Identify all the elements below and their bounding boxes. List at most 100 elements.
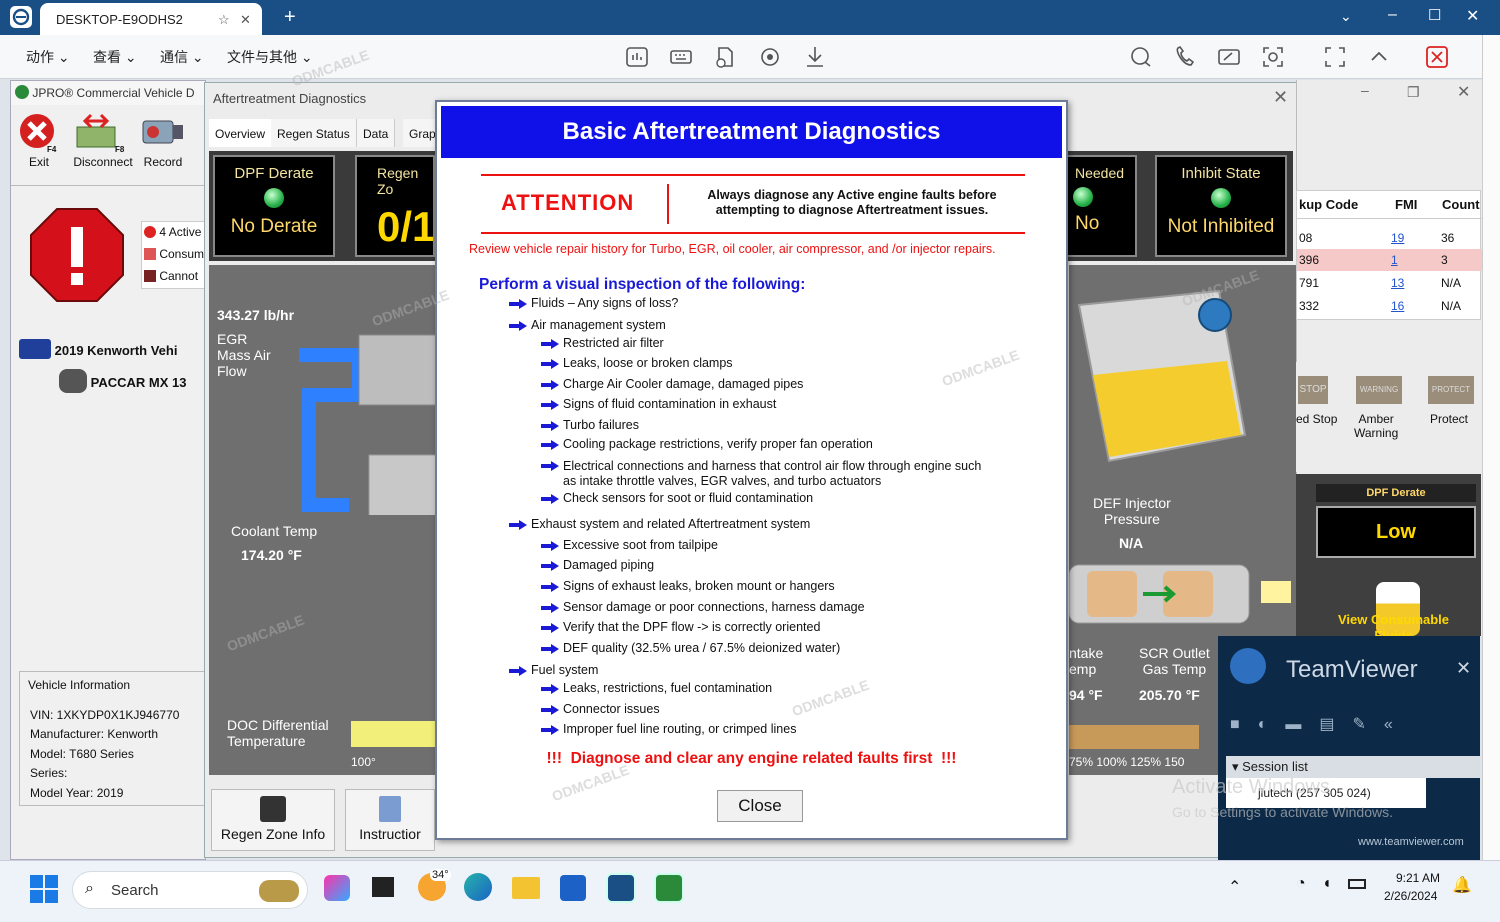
tab-overview[interactable]: Overview: [209, 119, 273, 147]
disconnect-session-icon[interactable]: [1424, 44, 1450, 70]
exit-button[interactable]: F4 Exit: [17, 111, 61, 173]
file-explorer-icon[interactable]: [512, 877, 540, 899]
stop-lamp-label: ed Stop: [1296, 412, 1338, 426]
regen-zone-info-button[interactable]: Regen Zone Info: [211, 789, 335, 851]
col-lookup-code[interactable]: kup Code: [1299, 197, 1358, 212]
alert-cannot[interactable]: Cannot: [142, 266, 206, 288]
regen-zone-gauge: Regen Zo 0/1: [355, 155, 435, 257]
keyboard-icon[interactable]: [668, 44, 694, 70]
activate-windows-subtitle: Go to Settings to activate Windows.: [1172, 804, 1393, 820]
menu-action[interactable]: 动作 ⌄: [26, 47, 70, 67]
clock-date[interactable]: 2/26/2024: [1384, 889, 1437, 903]
close-window-icon[interactable]: ✕: [1466, 6, 1479, 26]
restore-icon[interactable]: ❐: [1407, 84, 1420, 101]
list-item: Excessive soot from tailpipe: [541, 538, 718, 553]
fullscreen-icon[interactable]: [1322, 44, 1348, 70]
dashboard-icon[interactable]: [624, 44, 650, 70]
edge-icon[interactable]: [464, 873, 492, 901]
warning-lamp-icon: WARNING: [1356, 376, 1402, 404]
network-icon[interactable]: ◔: [1296, 875, 1306, 893]
instructions-button[interactable]: Instructior: [345, 789, 435, 851]
fmi-link[interactable]: 16: [1391, 299, 1404, 313]
fmi-link[interactable]: 19: [1391, 231, 1404, 245]
store-icon[interactable]: [560, 875, 586, 901]
at-close-icon[interactable]: ✕: [1273, 87, 1288, 108]
collapse-icon[interactable]: [1366, 44, 1392, 70]
maximize-icon[interactable]: ☐: [1428, 6, 1441, 24]
model: Model: T680 Series: [30, 746, 134, 761]
teamviewer-tools: ■◐▬▤✎«: [1230, 716, 1411, 733]
disconnect-button[interactable]: F8 Disconnect: [71, 111, 135, 173]
list-item: Verify that the DPF flow -> is correctly…: [541, 620, 820, 635]
tab-data[interactable]: Data: [357, 119, 396, 147]
whiteboard-icon[interactable]: [1216, 44, 1242, 70]
clock-time[interactable]: 9:21 AM: [1396, 871, 1440, 885]
vin: VIN: 1XKYDP0X1KJ946770: [30, 707, 180, 722]
table-row[interactable]: 332 16 N/A: [1297, 295, 1482, 317]
battery-icon[interactable]: [1348, 879, 1366, 889]
temp-bar: [1069, 725, 1199, 749]
windows-taskbar: ⌕ Search 34° ⌃ ◔ ◖ 9:21 AM 2/26/2024 🔔: [0, 860, 1500, 922]
volume-icon[interactable]: ◖: [1322, 875, 1332, 893]
regen-needed-gauge: Needed No: [1065, 155, 1137, 257]
table-row[interactable]: 791 13 N/A: [1297, 272, 1482, 294]
review-text: Review vehicle repair history for Turbo,…: [469, 242, 996, 256]
browser-tab[interactable]: DESKTOP-E9ODHS2 ☆ ✕: [40, 3, 262, 35]
chevron-up-icon[interactable]: ⌃: [1228, 877, 1241, 897]
start-icon[interactable]: [30, 875, 58, 903]
vehicle-info-title: Vehicle Information: [28, 678, 131, 692]
minimize-icon[interactable]: –: [1388, 6, 1397, 24]
refresh-icon[interactable]: [757, 44, 783, 70]
fmi-link[interactable]: 1: [1391, 253, 1398, 267]
download-icon[interactable]: [802, 44, 828, 70]
jpro-taskbar-icon[interactable]: [654, 873, 684, 903]
notification-bell-icon[interactable]: 🔔: [1452, 875, 1472, 895]
tab-regen-status[interactable]: Regen Status: [271, 119, 357, 147]
close-tab-icon[interactable]: ✕: [240, 12, 251, 28]
list-item: Signs of fluid contamination in exhaust: [541, 397, 776, 412]
menu-view[interactable]: 查看 ⌄: [93, 47, 137, 67]
fmi-link[interactable]: 13: [1391, 276, 1404, 290]
close-button[interactable]: Close: [717, 790, 803, 822]
call-icon[interactable]: [1172, 44, 1198, 70]
chat-icon[interactable]: [1128, 44, 1154, 70]
table-row[interactable]: 08 19 36: [1297, 227, 1482, 249]
teamviewer-url[interactable]: www.teamviewer.com: [1358, 836, 1464, 848]
alert-active-faults[interactable]: 4 Active: [142, 222, 206, 244]
list-item: Improper fuel line routing, or crimped l…: [541, 722, 796, 737]
menu-files-other[interactable]: 文件与其他 ⌄: [227, 47, 313, 67]
new-tab-button[interactable]: +: [284, 6, 296, 29]
jpro-icon: [15, 85, 29, 99]
menu-communicate[interactable]: 通信 ⌄: [160, 47, 204, 67]
weather-temp: 34°: [430, 869, 451, 881]
engine-icon: [59, 369, 87, 393]
right-close-icon[interactable]: ✕: [1457, 82, 1470, 102]
teamviewer-close-icon[interactable]: ✕: [1456, 658, 1471, 679]
screenshot-icon[interactable]: [1260, 44, 1286, 70]
star-icon[interactable]: ☆: [218, 12, 230, 28]
col-count[interactable]: Count: [1442, 197, 1480, 212]
minimize-icon[interactable]: –: [1361, 82, 1369, 98]
session-list-label[interactable]: ▾ Session list: [1226, 756, 1480, 778]
teamviewer-taskbar-icon[interactable]: [606, 873, 636, 903]
protect-lamp-label: Protect: [1430, 412, 1469, 426]
col-fmi[interactable]: FMI: [1395, 197, 1417, 212]
teamviewer-logo-icon: [1230, 648, 1266, 684]
file-transfer-icon[interactable]: [712, 44, 738, 70]
record-button[interactable]: Record: [139, 111, 187, 173]
table-row[interactable]: 396 1 3: [1297, 249, 1482, 271]
chevron-down-icon[interactable]: ⌄: [1340, 8, 1352, 25]
task-view-icon[interactable]: [372, 877, 394, 897]
list-item: Restricted air filter: [541, 336, 664, 351]
mass-air-value: 343.27 lb/hr: [217, 307, 295, 323]
alert-consumables[interactable]: Consum: [142, 244, 206, 266]
search-box[interactable]: ⌕ Search: [72, 871, 308, 909]
view-consumable-link[interactable]: View Consumable Fluids: [1338, 612, 1449, 636]
remote-toolbar: 动作 ⌄ 查看 ⌄ 通信 ⌄ 文件与其他 ⌄: [0, 35, 1500, 79]
vehicle-node[interactable]: 2019 Kenworth Vehi: [19, 339, 177, 359]
engine-node[interactable]: PACCAR MX 13: [59, 369, 186, 393]
list-item: Leaks, loose or broken clamps: [541, 356, 733, 371]
series: Series:: [30, 766, 68, 780]
status-led: [264, 188, 284, 208]
copilot-icon[interactable]: [324, 875, 350, 901]
